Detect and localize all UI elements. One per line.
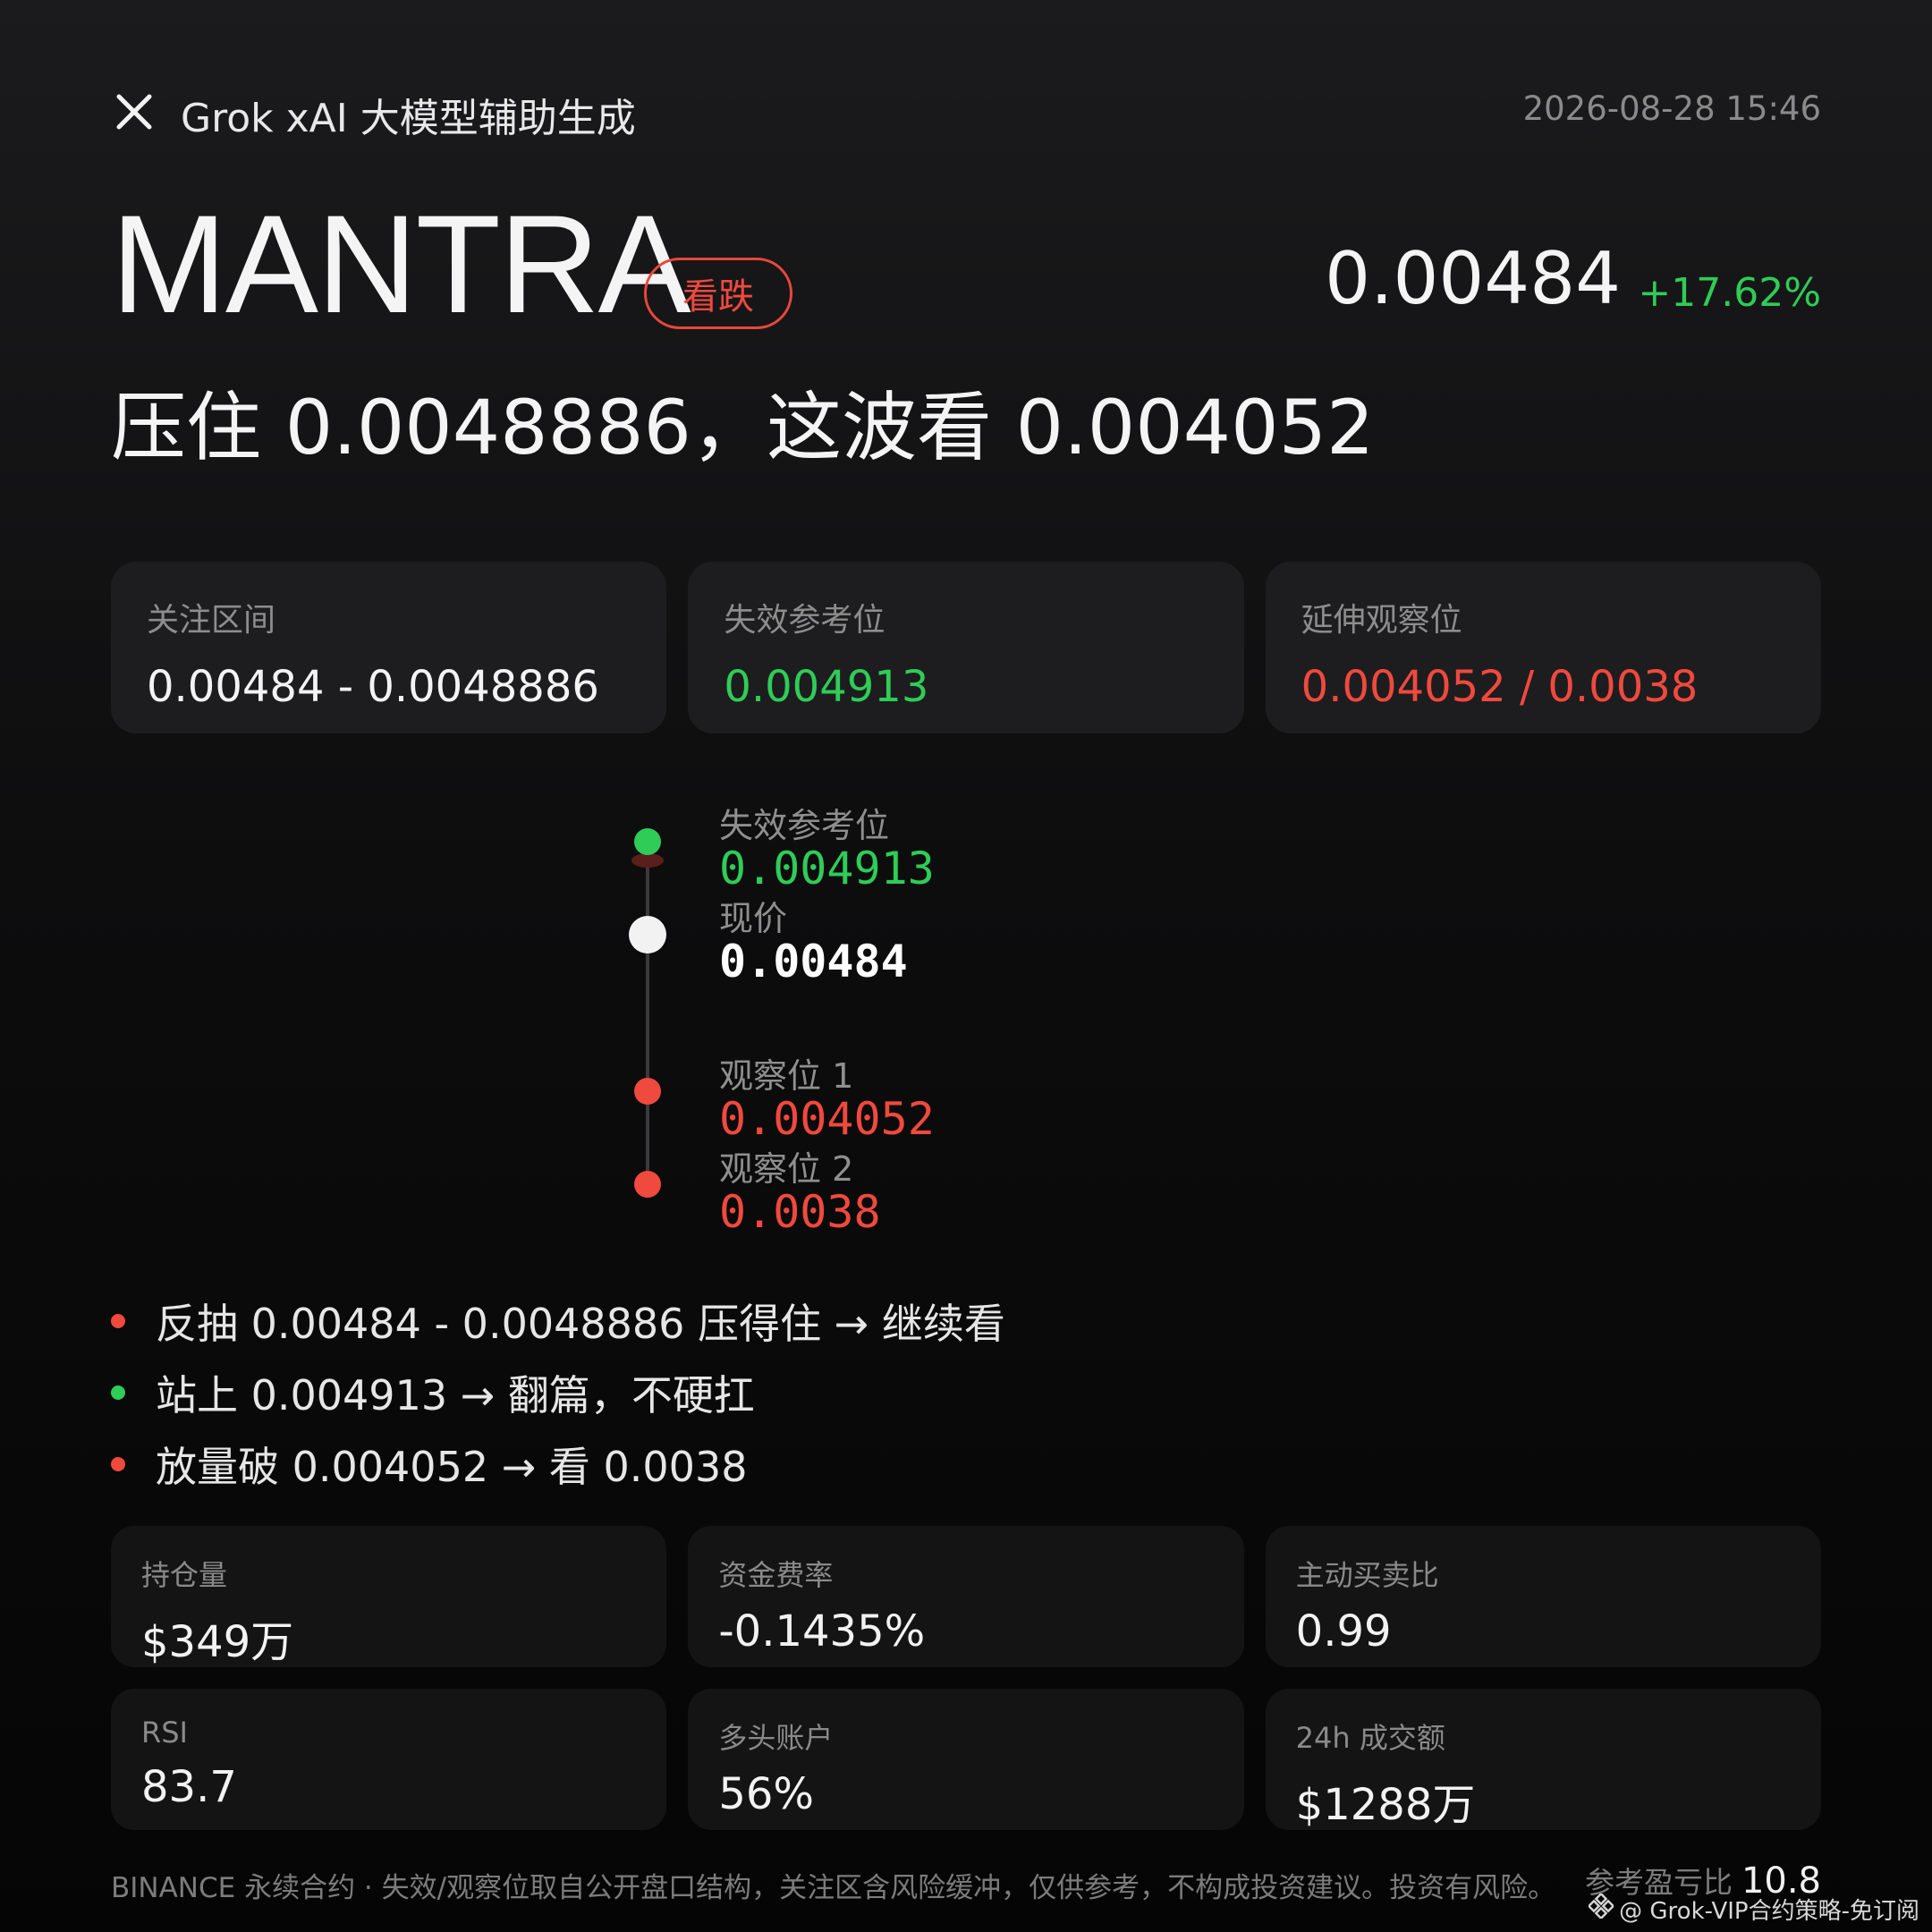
bias-badge: 看跌 (644, 258, 792, 329)
metric-24h-volume: 24h 成交额 $1288万 (1265, 1689, 1821, 1830)
ladder-value-watch-1: 0.004052 (719, 1093, 935, 1145)
bullet-dot (111, 1385, 125, 1400)
ladder-label-invalidation: 失效参考位 (719, 806, 890, 845)
scenario-text: 反抽 0.00484 - 0.0048886 压得住 → 继续看 (156, 1300, 1005, 1348)
card-extension: 延伸观察位 0.004052 / 0.0038 (1265, 562, 1821, 733)
brand-title: Grok xAI 大模型辅助生成 (181, 96, 636, 141)
card-value: 0.004913 (724, 662, 929, 712)
timestamp: 2026-08-28 15:46 (1522, 89, 1821, 128)
card-value: 0.004052 / 0.0038 (1301, 662, 1699, 712)
metric-value: 56% (718, 1769, 815, 1819)
scenario-item: 放量破 0.004052 → 看 0.0038 (111, 1435, 747, 1494)
ladder-line (646, 841, 649, 1185)
metrics-grid: 持仓量 $349万 资金费率 -0.1435% 主动买卖比 0.99 RSI 8… (111, 1526, 1821, 1830)
disclaimer: BINANCE 永续合约 · 失效/观察位取自公开盘口结构，关注区含风险缓冲，仅… (111, 1872, 1556, 1904)
ladder-value-invalidation: 0.004913 (719, 843, 935, 894)
close-icon[interactable] (114, 92, 154, 131)
metric-label: RSI (141, 1716, 188, 1750)
scenario-item: 站上 0.004913 → 翻篇，不硬扛 (111, 1363, 755, 1422)
metric-label: 多头账户 (718, 1721, 834, 1755)
ladder-value-watch-2: 0.0038 (719, 1186, 881, 1238)
binance-logo-icon (1587, 1892, 1619, 1925)
metric-funding-rate: 资金费率 -0.1435% (688, 1526, 1244, 1667)
bullet-dot (111, 1457, 125, 1471)
ladder-label-watch-2: 观察位 2 (719, 1149, 854, 1189)
ladder-dot-invalidation (634, 828, 661, 855)
bullet-dot (111, 1314, 125, 1328)
card-invalidation: 失效参考位 0.004913 (688, 562, 1244, 733)
card-label: 延伸观察位 (1301, 602, 1462, 639)
ladder-dot-watch-1 (634, 1078, 661, 1105)
watermark: @ Grok-VIP合约策略-免订阅 (1587, 1892, 1919, 1926)
metric-value: -0.1435% (718, 1606, 926, 1657)
symbol-title: MANTRA (111, 187, 691, 343)
ladder-label-watch-1: 观察位 1 (719, 1056, 854, 1096)
key-level-cards: 关注区间 0.00484 - 0.0048886 失效参考位 0.004913 … (111, 562, 1821, 733)
metric-taker-ratio: 主动买卖比 0.99 (1265, 1526, 1821, 1667)
card-label: 关注区间 (147, 602, 276, 639)
card-label: 失效参考位 (724, 602, 886, 639)
watermark-text: @ Grok-VIP合约策略-免订阅 (1619, 1898, 1919, 1925)
metric-rsi: RSI 83.7 (111, 1689, 667, 1830)
scenario-text: 放量破 0.004052 → 看 0.0038 (156, 1443, 748, 1491)
current-price: 0.00484 (1325, 237, 1621, 320)
scenario-item: 反抽 0.00484 - 0.0048886 压得住 → 继续看 (111, 1292, 1005, 1351)
metric-label: 主动买卖比 (1295, 1558, 1439, 1592)
scenario-text: 站上 0.004913 → 翻篇，不硬扛 (156, 1371, 755, 1419)
metric-label: 资金费率 (718, 1558, 834, 1592)
ladder-dot-watch-2 (634, 1171, 661, 1198)
ladder-dot-current (629, 916, 666, 953)
metric-value: $349万 (141, 1617, 294, 1667)
card-value: 0.00484 - 0.0048886 (147, 662, 599, 712)
metric-value: 0.99 (1295, 1606, 1392, 1657)
metric-value: $1288万 (1295, 1780, 1476, 1830)
metric-open-interest: 持仓量 $349万 (111, 1526, 667, 1667)
headline: 压住 0.0048886，这波看 0.004052 (111, 384, 1375, 471)
ladder-value-current: 0.00484 (719, 936, 908, 987)
metric-label: 24h 成交额 (1295, 1721, 1445, 1755)
metric-long-accounts: 多头账户 56% (688, 1689, 1244, 1830)
metric-value: 83.7 (141, 1762, 237, 1812)
card-focus-zone: 关注区间 0.00484 - 0.0048886 (111, 562, 667, 733)
price-change: +17.62% (1638, 270, 1821, 316)
ladder-label-current: 现价 (719, 899, 788, 938)
metric-label: 持仓量 (141, 1558, 228, 1592)
ladder-dot-shadow (631, 853, 664, 868)
